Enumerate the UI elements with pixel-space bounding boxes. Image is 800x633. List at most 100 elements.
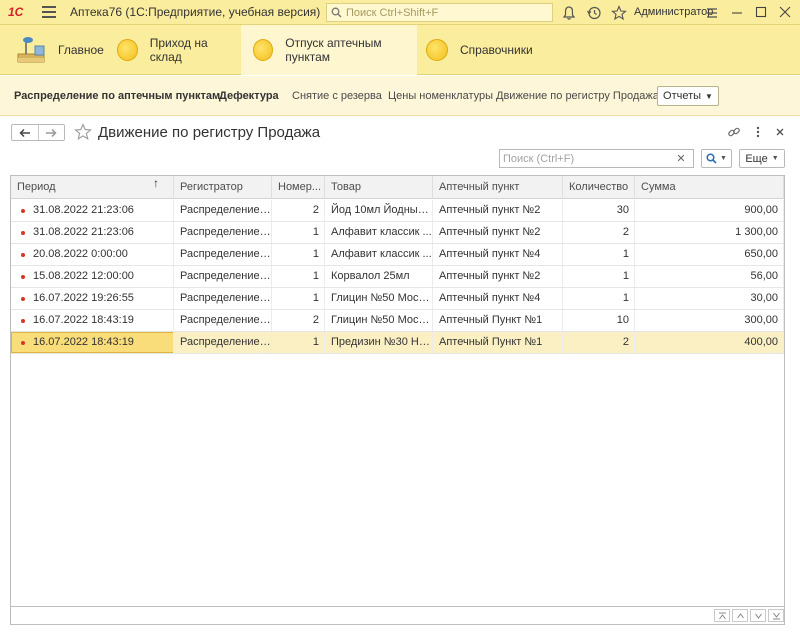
table-cell: Аптечный Пункт №1	[433, 332, 563, 353]
section-main[interactable]: Главное	[10, 25, 110, 75]
main-menu-icon[interactable]	[42, 6, 56, 18]
scroll-last-icon[interactable]	[768, 609, 784, 622]
table-cell: 56,00	[635, 266, 784, 287]
yellow-circle-icon	[117, 39, 138, 61]
table-cell: 16.07.2022 18:43:19	[27, 332, 174, 353]
more-label: Еще	[745, 152, 768, 165]
table-cell: 1	[563, 266, 635, 287]
global-search-input[interactable]	[346, 6, 546, 19]
settings-menu-icon[interactable]	[704, 5, 720, 21]
history-nav	[11, 124, 65, 141]
table-cell: 300,00	[635, 310, 784, 331]
table-cell: Аптечный пункт №2	[433, 200, 563, 221]
record-marker-icon	[21, 253, 25, 257]
forward-button[interactable]	[39, 125, 65, 140]
table-cell: Аптечный пункт №2	[433, 222, 563, 243]
sales-register-table[interactable]: Период ↑ Регистратор Номер... Товар Аптечный …	[10, 175, 785, 607]
table-cell: 16.07.2022 18:43:19	[27, 310, 174, 331]
table-search-field[interactable]: ✕	[499, 149, 694, 168]
reports-button[interactable]: Отчеты ▼	[657, 86, 719, 106]
table-cell: 1	[272, 244, 325, 265]
global-search-field[interactable]	[326, 3, 553, 22]
table-cell: Корвалол 25мл	[325, 266, 433, 287]
table-cell: 20.08.2022 0:00:00	[27, 244, 174, 265]
arrow-left-icon	[19, 128, 30, 137]
section-label: Справочники	[460, 43, 533, 57]
table-cell: 2	[272, 200, 325, 221]
section-dispense[interactable]: Отпуск аптечным пунктам	[241, 25, 417, 75]
column-header[interactable]: Регистратор	[174, 176, 272, 199]
maximize-icon[interactable]	[752, 4, 770, 21]
table-cell: 2	[272, 310, 325, 331]
home-desk-icon	[17, 37, 45, 63]
dropdown-arrow-icon: ▼	[771, 155, 779, 162]
table-row[interactable]: 31.08.2022 21:23:06 Распределение ... 1 Алф…	[11, 222, 784, 244]
table-cell: Распределение ...	[174, 310, 272, 331]
column-header[interactable]: Номер...	[272, 176, 325, 199]
table-cell: 650,00	[635, 244, 784, 265]
column-header[interactable]: Период	[11, 176, 174, 199]
section-catalogs[interactable]: Справочники	[426, 25, 536, 75]
table-cell: 1	[272, 266, 325, 287]
record-marker-icon	[21, 275, 25, 279]
column-header[interactable]: Аптечный пункт	[433, 176, 563, 199]
table-cell: 31.08.2022 21:23:06	[27, 222, 174, 243]
scroll-up-icon[interactable]	[732, 609, 748, 622]
favorite-star-icon[interactable]	[74, 123, 92, 141]
table-cell: 1	[272, 222, 325, 243]
dropdown-arrow-icon: ▼	[705, 91, 713, 101]
table-row[interactable]: 16.07.2022 19:26:55 Распределение ... 1 Гли…	[11, 288, 784, 310]
table-row[interactable]: 31.08.2022 21:23:06 Распределение ... 2 Йод…	[11, 200, 784, 222]
scroll-first-icon[interactable]	[714, 609, 730, 622]
find-button[interactable]: ▼	[701, 149, 732, 168]
table-row[interactable]: 20.08.2022 0:00:00 Распределение ... 1 Алфа…	[11, 244, 784, 266]
section-receipts[interactable]: Приход на склад	[117, 25, 237, 75]
table-cell: Распределение ...	[174, 266, 272, 287]
command-panel: Распределение по аптечным пунктам Дефект…	[0, 76, 800, 116]
table-cell: Алфавит классик ...	[325, 244, 433, 265]
table-cell: Аптечный Пункт №1	[433, 310, 563, 331]
more-button[interactable]: Еще ▼	[739, 149, 785, 168]
table-row[interactable]: 15.08.2022 12:00:00 Распределение ... 1 Кор…	[11, 266, 784, 288]
close-window-icon[interactable]	[776, 4, 794, 21]
table-cell: Распределение ...	[174, 200, 272, 221]
cmd-distribution[interactable]: Распределение по аптечным пунктам	[14, 90, 220, 102]
table-cell: 1	[563, 244, 635, 265]
arrow-right-icon	[46, 128, 57, 137]
table-cell: 1 300,00	[635, 222, 784, 243]
history-icon[interactable]	[586, 5, 602, 21]
cmd-defect[interactable]: Дефектура	[219, 90, 279, 102]
title-bar: 1С Аптека76 (1С:Предприятие, учебная вер…	[0, 0, 800, 25]
table-cell: Йод 10мл Йодные ...	[325, 200, 433, 221]
more-vertical-icon[interactable]	[751, 125, 765, 139]
search-icon	[706, 153, 717, 164]
column-header[interactable]: Сумма	[635, 176, 784, 199]
table-cell: Распределение ...	[174, 332, 272, 353]
cmd-prices[interactable]: Цены номенклатуры	[388, 90, 493, 102]
link-icon[interactable]	[727, 125, 741, 139]
clear-search-icon[interactable]: ✕	[673, 152, 689, 165]
column-header[interactable]: Товар	[325, 176, 433, 199]
table-cell: Распределение ...	[174, 288, 272, 309]
sections-panel: Главное Приход на склад Отпуск аптечным …	[0, 25, 800, 75]
yellow-circle-icon	[426, 39, 448, 61]
scroll-down-icon[interactable]	[750, 609, 766, 622]
close-form-icon[interactable]	[773, 125, 787, 139]
back-button[interactable]	[12, 125, 39, 140]
table-cell: Глицин №50 Мосф...	[325, 288, 433, 309]
table-search-input[interactable]	[503, 152, 673, 165]
section-label: Отпуск аптечным пунктам	[285, 36, 382, 64]
cmd-reserve-removal[interactable]: Снятие с резерва	[292, 90, 382, 102]
table-row[interactable]: 16.07.2022 18:43:19 Распределение ... 1 Пре…	[11, 332, 784, 354]
minimize-icon[interactable]	[728, 4, 746, 21]
table-cell: Аптечный пункт №2	[433, 266, 563, 287]
cmd-sales-register[interactable]: Движение по регистру Продажа	[496, 90, 659, 102]
bell-icon[interactable]	[561, 5, 577, 21]
user-name[interactable]: Администратор	[634, 6, 713, 18]
table-row[interactable]: 16.07.2022 18:43:19 Распределение ... 2 Гли…	[11, 310, 784, 332]
table-footer	[10, 607, 785, 625]
favorites-star-icon[interactable]	[611, 5, 627, 21]
column-header[interactable]: Количество	[563, 176, 635, 199]
table-cell: 1	[272, 288, 325, 309]
table-cell: Аптечный пункт №4	[433, 288, 563, 309]
